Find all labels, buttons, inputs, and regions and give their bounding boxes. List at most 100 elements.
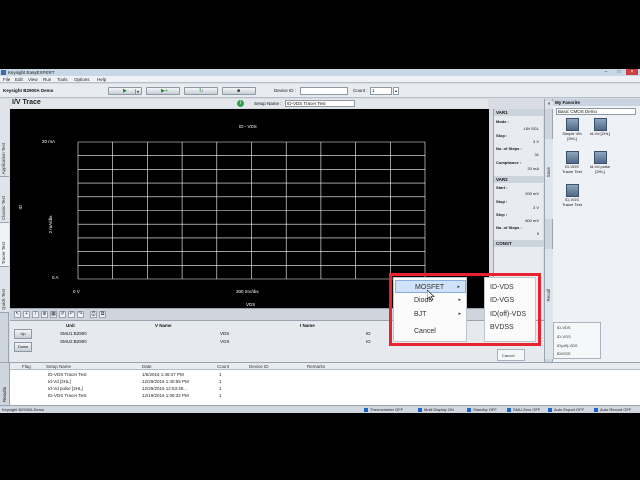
i-name-header: I Name [300,323,315,328]
var1-steps-value[interactable]: 31 [535,152,539,157]
marker-icon[interactable]: + [23,311,30,318]
tab-application-test[interactable]: Application Test [0,99,9,177]
menu-file[interactable]: File [3,77,10,82]
var1-header[interactable]: VAR1 [494,109,544,116]
var2-stop-value[interactable]: 3 V [533,205,539,210]
device-id-input[interactable] [300,87,348,95]
status-auto-record[interactable]: Auto Record OFF [600,407,631,412]
device-id-header[interactable]: Device ID [249,364,269,369]
menu-edit[interactable]: Edit [15,77,23,82]
var1-compliance-value[interactable]: 20 mA [527,166,539,171]
var2-step-label: Step : [496,212,508,217]
status-multi-display[interactable]: Multi Display ON [424,407,454,412]
var1-stop-label: Stop : [496,133,508,138]
copy-icon[interactable]: ⧉ [99,311,106,318]
export-icon[interactable]: ⎙ [90,311,97,318]
status-thermometer[interactable]: Thermometer OFF [370,407,403,412]
stop-button[interactable]: ■ [222,87,256,95]
setup-info-icon[interactable]: i [237,100,244,107]
channel-vname-1[interactable]: VDS [220,331,229,336]
grid-icon[interactable]: # [59,311,66,318]
favorite-item[interactable]: Simple Vth [2HL] [561,118,583,141]
var2-header[interactable]: VAR2 [494,176,544,183]
repeat-run-button[interactable]: ↻ [184,87,218,95]
window-title: Keysight EasyEXPERT [8,70,55,75]
zoom-icon[interactable]: ⊕ [41,311,48,318]
var2-steps-value[interactable]: 5 [537,231,539,236]
favorite-item[interactable]: Id-Vd [2HL] [589,118,611,136]
status-standby[interactable]: Standby OFF [473,407,497,412]
var2-steps-label: No. of Steps : [496,225,522,230]
workspace-name: Keysight B2900A Demo [3,88,54,93]
menu-item-cancel[interactable]: Cancel [395,325,466,338]
submenu-arrow-icon: ▸ [458,297,461,303]
tab-classic-test[interactable]: Classic Test [0,177,9,223]
var1-stop-value[interactable]: 3 V [533,139,539,144]
tab-tracer-test[interactable]: Tracer Test [0,223,9,267]
submenu-item-id-vds[interactable]: ID-VDS [490,284,514,291]
v-name-header: V Name [155,323,172,328]
flag-header[interactable]: Flag [22,364,31,369]
status-led-icon [364,408,368,412]
setup-icon [565,118,579,131]
const-header[interactable]: CONST [494,240,544,247]
maximize-icon[interactable]: □ [613,69,625,75]
favorite-item[interactable]: ID-VDS Tracer Test [561,151,583,174]
submenu-item-bvdss[interactable]: BVDSS [490,324,514,331]
table-row[interactable]: ID-VDS Tracer Test 12/19/2015 1:06:32 PM 1 [10,393,640,399]
favorite-item[interactable]: Id-Vd pulse [2HL] [589,151,611,174]
menu-tools[interactable]: Tools [57,77,68,82]
left-tab-strip: Application Test Classic Test Tracer Tes… [0,99,9,369]
favorite-category-select[interactable]: Basic CMOS Demo [556,108,636,115]
var2-start-value[interactable]: 200 mV [525,191,539,196]
menu-item-bjt[interactable]: BJT ▸ [395,308,466,321]
redo-icon[interactable]: ↷ [77,311,84,318]
status-auto-export[interactable]: Auto Export OFF [554,407,584,412]
channel-iname-1[interactable]: ID [366,331,371,336]
var2-stop-label: Stop : [496,199,508,204]
channel-vname-2[interactable]: VGS [220,339,230,344]
channel-unit-2[interactable]: SMU2:B2900 [60,339,87,344]
collapse-icon[interactable]: « [545,101,553,109]
table-row[interactable]: Id-Vd pulse [2HL] 12/29/2015 12:53:49... 1 [10,386,640,392]
channel-unit-1[interactable]: SMU1:B2900 [60,331,87,336]
close-icon[interactable]: × [626,69,638,75]
cursor-icon[interactable]: ↖ [14,311,21,318]
menu-options[interactable]: Options [74,77,90,82]
menu-help[interactable]: Help [97,77,106,82]
menu-run[interactable]: Run [43,77,51,82]
y-max-label: 20 mA [42,139,56,144]
var2-step-value[interactable]: 600 mV [525,218,539,223]
count-input[interactable]: 1 [370,87,392,95]
favorite-item[interactable]: ID-VGS Tracer Test [561,184,583,207]
save-tab[interactable]: Save [545,139,553,219]
recall-tab[interactable]: Recall [545,249,553,359]
up-button[interactable]: Up [14,329,32,339]
date-header[interactable]: Date [142,364,152,369]
count-spinner-icon[interactable]: ▴ [393,87,399,95]
table-row[interactable]: ID-VDS Tracer Test 1/5/2016 1:48:47 PM 1 [10,372,640,378]
application-window: Keysight EasyEXPERT – □ × File Edit View… [0,69,640,413]
remarks-header[interactable]: Remarks [307,364,325,369]
minimize-icon[interactable]: – [600,69,612,75]
var1-mode-value[interactable]: LIN SGL [524,126,539,131]
undo-icon[interactable]: ↶ [68,311,75,318]
submenu-item-idoff-vds[interactable]: ID(off)-VDS [490,311,526,318]
submenu-item-id-vgs[interactable]: ID-VGS [490,297,514,304]
tab-quick-test[interactable]: Quick Test [0,267,9,313]
autoscale-icon[interactable]: ▦ [50,311,57,318]
channel-iname-2[interactable]: IG [366,339,371,344]
graph-title: ID - VDS [239,124,257,129]
append-run-button[interactable]: ▶+ [146,87,180,95]
setup-name-header[interactable]: Setup Name [46,364,71,369]
single-run-button[interactable]: ▶ ▾ [108,87,142,95]
menu-view[interactable]: View [28,77,38,82]
setup-name-input[interactable]: ID-VDS Tracer Test [285,100,355,107]
down-button[interactable]: Down [14,342,32,352]
results-tab[interactable]: Results [0,363,10,406]
status-smu-zero[interactable]: SMU Zero OFF [513,407,540,412]
line-icon[interactable]: / [32,311,39,318]
count-header[interactable]: Count [217,364,229,369]
table-row[interactable]: Id-Vd [2HL] 12/29/2015 1:40:55 PM 1 [10,379,640,385]
x-min-label: 0 V [73,289,80,294]
